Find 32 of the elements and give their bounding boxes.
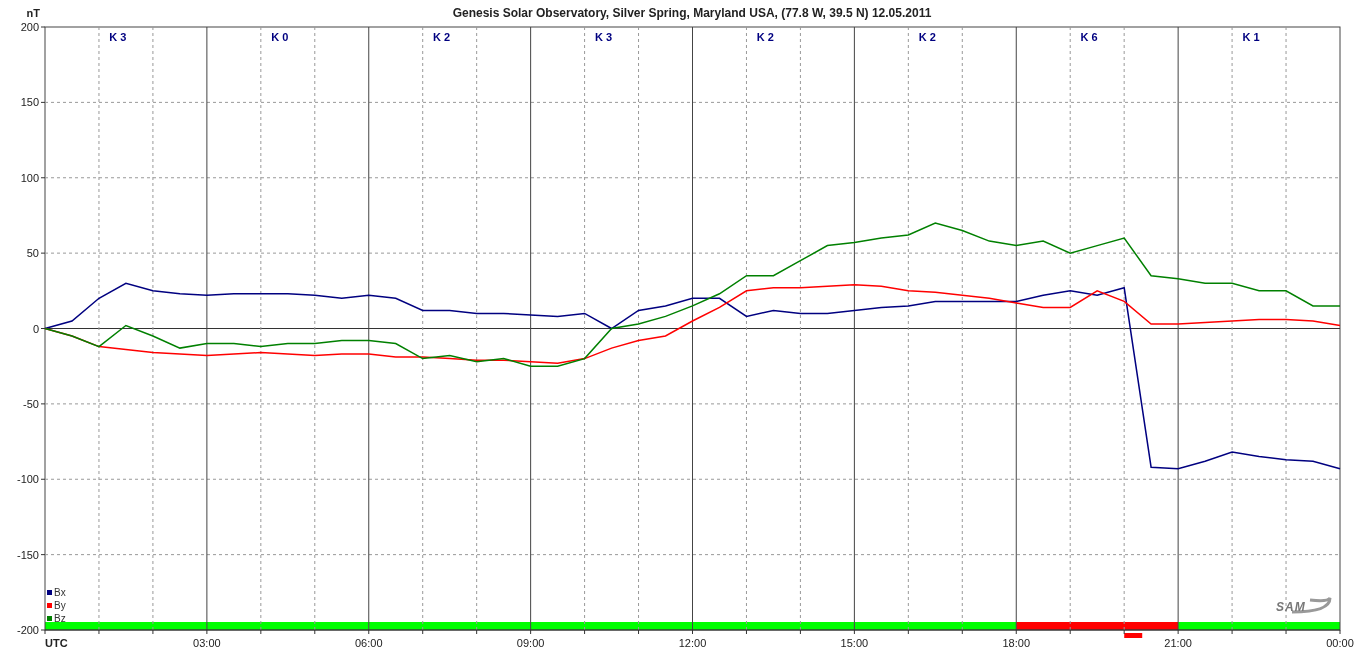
k-index-label: K 2 (756, 31, 774, 43)
y-axis-label: nT (26, 7, 40, 19)
legend-label: By (54, 600, 66, 611)
y-tick-label: -100 (16, 473, 39, 486)
chart-title: Genesis Solar Observatory, Silver Spring, Maryland USA, (77.8 W, 39.5 N) 12.05.2011 (452, 6, 932, 20)
y-tick-label: -50 (23, 397, 39, 410)
k-index-label: K 1 (1242, 31, 1260, 43)
k-index-label: K 2 (918, 31, 936, 43)
y-tick-label: 150 (20, 96, 39, 109)
legend-label: Bz (54, 613, 66, 624)
y-tick-label: -150 (16, 548, 39, 561)
x-tick-label: 06:00 (355, 637, 383, 649)
x-tick-label: 03:00 (193, 637, 221, 649)
k-index-label: K 2 (433, 31, 451, 43)
y-tick-label: 200 (20, 21, 39, 33)
k-index-label: K 3 (109, 31, 127, 43)
k-index-label: K 3 (594, 31, 613, 43)
k-index-label: K 0 (271, 31, 289, 43)
k-index-label: K 6 (1080, 31, 1098, 43)
x-tick-label: UTC (45, 637, 68, 649)
x-tick-label: 00:00 (1326, 637, 1354, 649)
legend-label: Bx (54, 587, 66, 598)
x-tick-label: 15:00 (840, 637, 869, 649)
logo: SAM (1276, 600, 1306, 614)
y-tick-label: 100 (20, 171, 39, 184)
y-tick-label: 50 (26, 247, 39, 260)
x-tick-label: 09:00 (516, 637, 545, 649)
x-tick-label: 12:00 (678, 637, 707, 649)
y-tick-label: 0 (32, 322, 39, 335)
x-tick-label: 18:00 (1002, 637, 1030, 649)
y-tick-label: -200 (16, 624, 39, 636)
x-tick-label: 21:00 (1164, 637, 1192, 649)
